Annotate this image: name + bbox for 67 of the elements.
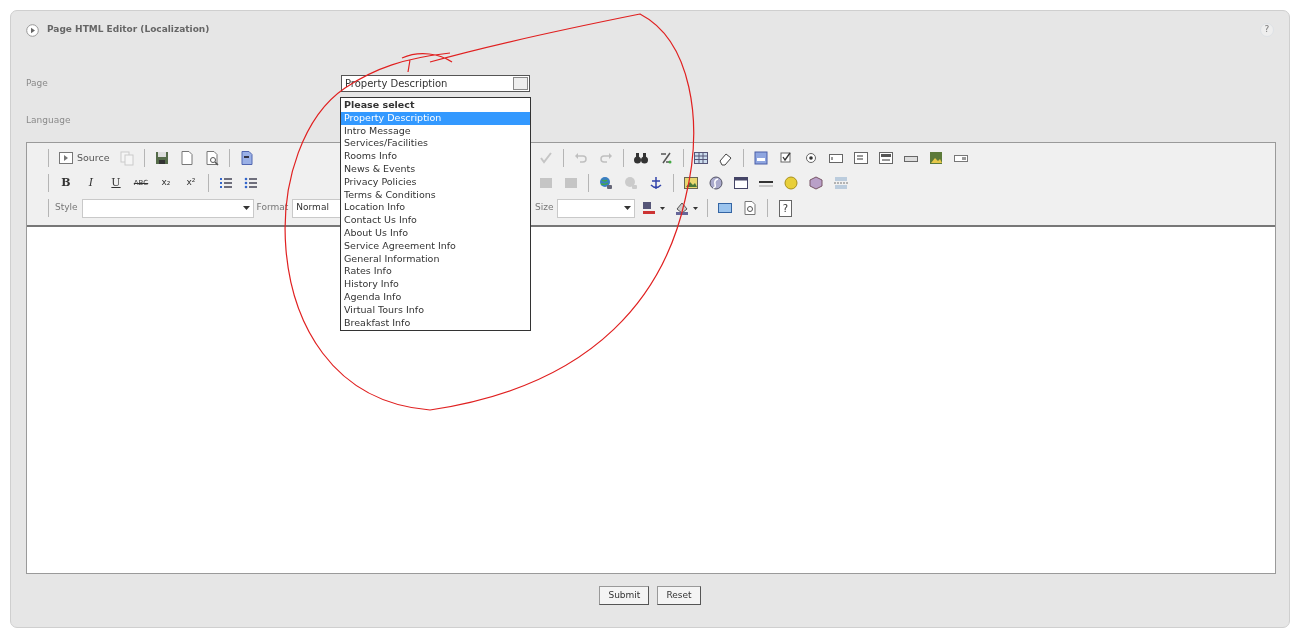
- field-label: Page: [26, 76, 49, 90]
- select-icon: [878, 150, 894, 166]
- text-color-icon: [641, 200, 658, 216]
- combo-label: Style: [55, 201, 78, 215]
- dropdown-option[interactable]: About Us Info: [341, 226, 530, 240]
- image-button-icon: [928, 150, 944, 166]
- help-button[interactable]: ?: [1260, 23, 1274, 37]
- link-icon: [598, 175, 614, 191]
- dropdown-option[interactable]: News & Events: [341, 163, 530, 176]
- caret-icon: [660, 206, 666, 210]
- maximize-icon: [717, 200, 734, 216]
- caret-icon: [242, 206, 250, 210]
- dropdown-option[interactable]: General Information: [341, 252, 530, 266]
- combo-label: Size: [535, 201, 554, 215]
- source-icon: [58, 150, 74, 166]
- underline-button[interactable]: U: [105, 172, 127, 194]
- radio-icon: [803, 150, 819, 166]
- combo-value: Normal: [296, 201, 329, 215]
- template-icon: [238, 150, 255, 166]
- dropdown-button[interactable]: [513, 77, 528, 90]
- panel-title: Page HTML Editor (Localization): [47, 23, 210, 37]
- binoculars-icon: [633, 150, 649, 166]
- checkbox-icon: [778, 150, 794, 166]
- bullet-list-icon: [243, 175, 259, 191]
- play-icon[interactable]: [26, 23, 39, 37]
- anchor-icon: [648, 175, 664, 191]
- sub-button[interactable]: x₂: [155, 172, 177, 194]
- caret-icon: [693, 206, 699, 210]
- block-icon: [563, 175, 579, 191]
- dropdown-option[interactable]: Service Agreement Info: [341, 239, 530, 253]
- bold-button[interactable]: B: [55, 172, 77, 194]
- dropdown-option[interactable]: Services/Facilities: [341, 137, 530, 151]
- numbered-list-icon: [218, 175, 234, 191]
- dropdown-option[interactable]: Privacy Policies: [341, 175, 530, 189]
- background-color-icon: [674, 200, 691, 216]
- image-icon: [683, 175, 699, 191]
- dropdown-option[interactable]: Rooms Info: [341, 150, 530, 163]
- caret-icon: [624, 206, 632, 210]
- pages-icon: [118, 150, 135, 166]
- sup-button[interactable]: x²: [180, 172, 202, 194]
- dropdown-option[interactable]: History Info: [341, 278, 530, 291]
- table-icon: [693, 150, 709, 166]
- dropdown-option[interactable]: Please select: [341, 99, 530, 112]
- dropdown-option[interactable]: Agenda Info: [341, 290, 530, 304]
- page-icon: [178, 150, 195, 166]
- block-icon: [538, 175, 554, 191]
- dropdown-option[interactable]: Virtual Tours Info: [341, 303, 530, 317]
- form-icon: [753, 150, 769, 166]
- dropdown-option[interactable]: Rates Info: [341, 265, 530, 279]
- check-icon: [538, 150, 554, 166]
- window-icon: [733, 175, 749, 191]
- text-area-icon: [853, 150, 869, 166]
- redo-icon: [598, 150, 614, 166]
- dropdown-option[interactable]: Intro Message: [341, 124, 530, 138]
- page-break-icon: [833, 175, 849, 191]
- show-blocks-icon: [742, 200, 759, 216]
- unlink-icon: [623, 175, 639, 191]
- dropdown-option[interactable]: Breakfast Info: [341, 316, 530, 330]
- cube-icon: [808, 175, 824, 191]
- replace-icon: [658, 150, 674, 166]
- form-button[interactable]: Submit: [599, 585, 650, 605]
- italic-button[interactable]: I: [80, 172, 102, 194]
- form-button[interactable]: Reset: [657, 585, 701, 605]
- source-button[interactable]: Source: [55, 147, 113, 169]
- flash-icon: [708, 175, 724, 191]
- field-label: Language: [26, 115, 71, 125]
- page-magnifier-icon: [203, 150, 220, 166]
